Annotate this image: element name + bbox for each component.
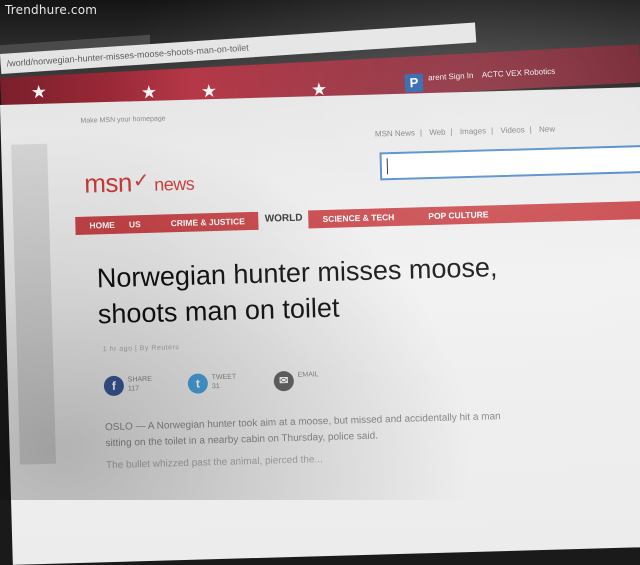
- logo-news: news: [153, 173, 195, 195]
- butterfly-icon: ✓: [132, 169, 150, 193]
- email-label-text: EMAIL: [297, 371, 319, 379]
- facebook-share-button[interactable]: f SHARE 117: [103, 375, 153, 397]
- email-button[interactable]: ✉ EMAIL: [273, 370, 320, 392]
- watermark: Trendhure.com: [5, 3, 98, 17]
- email-label: EMAIL: [298, 370, 319, 380]
- page-left-margin: [11, 143, 57, 465]
- top-links: MSN News | Web | Images | Videos | New: [374, 124, 556, 139]
- article-byline: 1 hr ago | By Reuters: [102, 344, 180, 354]
- link-new[interactable]: New: [539, 125, 555, 134]
- nav-us[interactable]: US: [129, 219, 141, 229]
- share-label-text: SHARE: [127, 375, 152, 384]
- make-homepage-link[interactable]: Make MSN your homepage: [80, 115, 165, 124]
- email-icon: ✉: [273, 370, 295, 392]
- article-body: OSLO — A Norwegian hunter took aim at a …: [105, 405, 640, 453]
- tweet-count: 31: [211, 382, 220, 391]
- msn-news-logo[interactable]: msn✓ news: [84, 166, 195, 200]
- nav-science-tech[interactable]: SCIENCE & TECH: [322, 212, 394, 224]
- link-web[interactable]: Web: [429, 128, 446, 137]
- link-images[interactable]: Images: [460, 126, 486, 136]
- share-label: SHARE 117: [128, 375, 153, 394]
- tweet-label: TWEET 31: [212, 373, 237, 392]
- web-page: Make MSN your homepage MSN News | Web | Im…: [0, 85, 640, 565]
- text-caret: [386, 158, 389, 175]
- article-headline: Norwegian hunter misses moose, shoots ma…: [96, 245, 638, 332]
- link-msn-news[interactable]: MSN News: [375, 128, 415, 138]
- twitter-tweet-button[interactable]: t TWEET 31: [187, 373, 237, 394]
- star-icon: ★: [30, 81, 48, 103]
- tweet-label-text: TWEET: [211, 373, 237, 382]
- facebook-icon: f: [103, 375, 125, 397]
- nav-crime-justice[interactable]: CRIME & JUSTICE: [171, 216, 245, 228]
- p-bookmark-icon[interactable]: P: [404, 73, 424, 93]
- nav-home[interactable]: HOME: [89, 220, 115, 231]
- nav-pop-culture[interactable]: POP CULTURE: [428, 209, 488, 221]
- twitter-icon: t: [187, 373, 209, 394]
- link-videos[interactable]: Videos: [500, 125, 525, 135]
- logo-msn: msn: [83, 167, 133, 199]
- search-input[interactable]: [379, 144, 640, 181]
- share-count: 117: [127, 385, 140, 393]
- nav-bar: HOME US CRIME & JUSTICE WORLD SCIENCE & …: [75, 199, 640, 235]
- nav-world[interactable]: WORLD: [258, 206, 309, 232]
